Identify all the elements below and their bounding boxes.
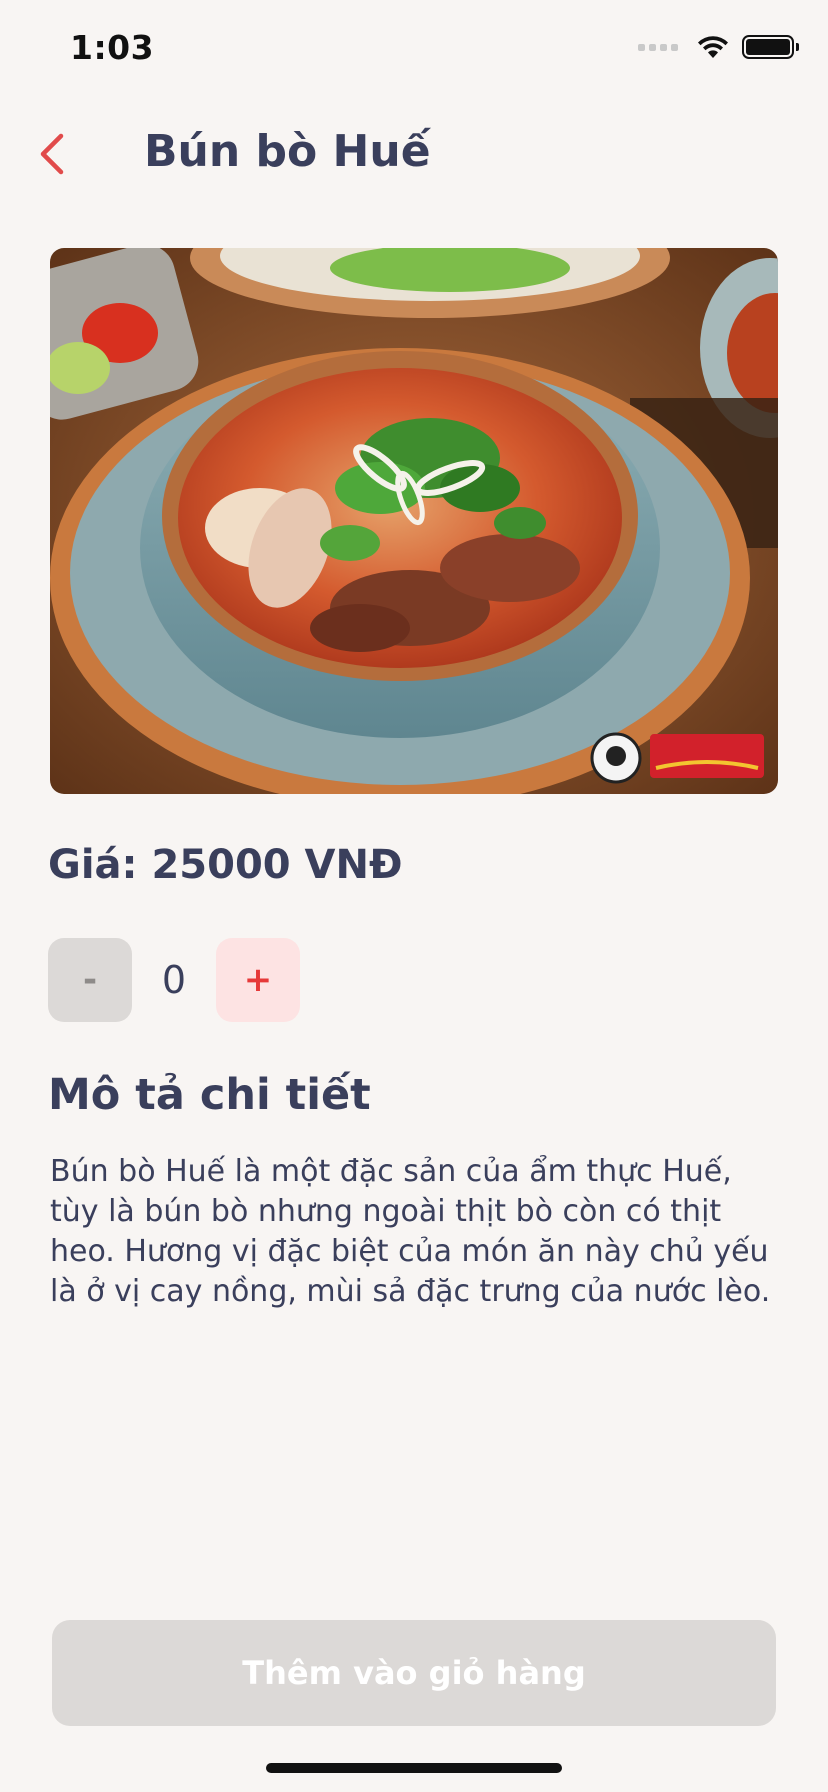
description-body: Bún bò Huế là một đặc sản của ẩm thực Hu… xyxy=(50,1154,771,1309)
signal-icon xyxy=(638,43,678,51)
add-to-cart-button[interactable]: Thêm vào giỏ hàng xyxy=(52,1620,776,1726)
header: Bún bò Huế xyxy=(0,110,828,200)
battery-icon xyxy=(742,35,799,59)
increase-quantity-button[interactable]: + xyxy=(216,938,300,1022)
status-bar: 1:03 xyxy=(0,0,828,100)
description-heading: Mô tả chi tiết xyxy=(48,1070,371,1120)
food-image xyxy=(50,248,778,794)
price-label: Giá: 25000 VNĐ xyxy=(48,842,403,888)
status-icons xyxy=(638,34,799,60)
page-title: Bún bò Huế xyxy=(144,126,431,177)
decrease-quantity-button[interactable]: - xyxy=(48,938,132,1022)
chevron-left-icon xyxy=(40,133,64,175)
wifi-icon xyxy=(698,36,728,58)
back-button[interactable] xyxy=(22,124,82,184)
status-time: 1:03 xyxy=(70,28,155,67)
home-indicator xyxy=(266,1763,562,1773)
quantity-stepper: - 0 + xyxy=(48,938,300,1022)
quantity-value: 0 xyxy=(161,958,187,1002)
